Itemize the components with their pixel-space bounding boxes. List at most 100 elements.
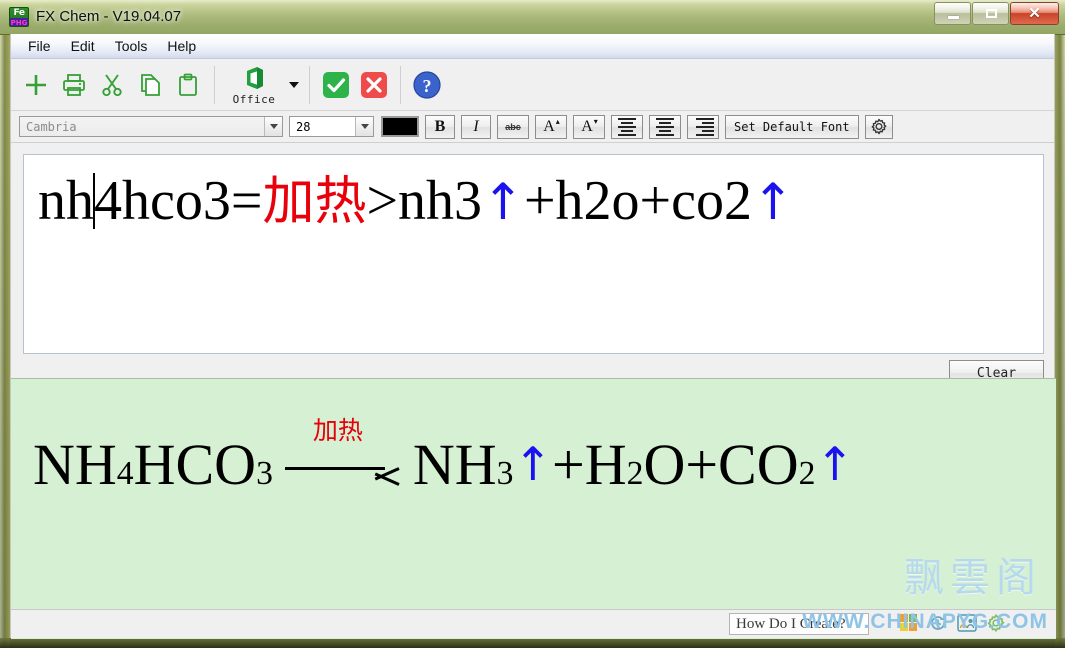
- status-bar: How Do I Create? WWW.CHINAPYG.COM: [11, 609, 1056, 638]
- bold-button[interactable]: B: [425, 114, 455, 139]
- office-icon: [247, 66, 263, 89]
- product-h2o-sub: 2: [626, 455, 644, 492]
- formula-seg-6: +h2o+co2: [523, 170, 752, 232]
- formula-seg-2: 4hco3=: [94, 170, 263, 232]
- product-nh3: NH: [412, 432, 497, 497]
- font-size-dropdown-icon[interactable]: [355, 117, 373, 136]
- caret-up-icon: ▴: [555, 117, 560, 126]
- window-border-right: [1055, 0, 1065, 648]
- font-size-value: 28: [296, 119, 311, 134]
- main-toolbar: Office ?: [11, 59, 1054, 111]
- increase-font-button[interactable]: A ▴: [535, 114, 567, 139]
- print-button[interactable]: [55, 63, 93, 107]
- office-export-button[interactable]: Office: [222, 61, 286, 109]
- reactant-hco: HCO: [133, 432, 257, 497]
- window-controls: ✕: [933, 2, 1059, 28]
- window-border-bottom: [0, 638, 1065, 648]
- office-label: Office: [232, 92, 276, 106]
- italic-button[interactable]: I: [461, 114, 491, 139]
- product-co2: CO: [718, 432, 799, 497]
- align-right-button[interactable]: [687, 114, 719, 139]
- font-family-value: Cambria: [26, 119, 77, 134]
- set-default-font-button[interactable]: Set Default Font: [725, 114, 859, 139]
- decrease-font-button[interactable]: A ▾: [573, 114, 605, 139]
- scissors-icon: [102, 73, 122, 96]
- reactant-nh: NH: [33, 432, 117, 497]
- gas-arrow-icon-2: ↑: [815, 437, 854, 491]
- toolbar-separator-3: [400, 65, 401, 104]
- close-button[interactable]: ✕: [1010, 2, 1059, 25]
- new-button[interactable]: [17, 63, 55, 107]
- copy-icon: [141, 73, 160, 96]
- clipboard-icon: [179, 73, 197, 96]
- confirm-button[interactable]: [317, 63, 355, 107]
- strikethrough-label: abc: [505, 121, 521, 132]
- menu-bar: File Edit Tools Help: [11, 34, 1054, 59]
- toolbar-separator-1: [214, 65, 215, 104]
- decrease-font-label: A: [581, 117, 593, 135]
- office-dropdown-button[interactable]: [286, 64, 302, 106]
- question-mark-icon: ?: [413, 70, 441, 99]
- plus-2: +: [685, 432, 719, 497]
- close-x-icon: [361, 71, 387, 98]
- formula-input-editor[interactable]: nh4hco3=加热>nh3↑+h2o+co2↑: [23, 154, 1044, 354]
- product-co2-sub: 2: [798, 455, 816, 492]
- new-icon: [26, 74, 46, 95]
- strikethrough-button[interactable]: abc: [497, 114, 529, 139]
- menu-tools[interactable]: Tools: [105, 35, 158, 57]
- align-center-button[interactable]: [649, 114, 681, 139]
- font-family-select[interactable]: Cambria: [19, 116, 283, 137]
- window-border-left: [0, 0, 10, 648]
- fx-chem-window: Fe PHG FX Chem - V19.04.07 ✕ File Edit T…: [0, 0, 1065, 648]
- menu-edit[interactable]: Edit: [61, 35, 105, 57]
- equation-preview-panel: NH 4 HCO 3 加热 NH 3 ↑ + H 2 O + CO 2 ↑ 飘雲阁: [11, 378, 1056, 639]
- maximize-button[interactable]: [972, 2, 1009, 25]
- increase-font-label: A: [543, 117, 555, 135]
- help-button[interactable]: ?: [408, 63, 446, 107]
- reactant-nh-sub: 4: [116, 455, 134, 492]
- paste-button[interactable]: [169, 63, 207, 107]
- watermark-chinese: 飘雲阁: [904, 555, 1042, 601]
- reaction-condition-label: 加热: [312, 416, 363, 445]
- chevron-down-icon: [289, 81, 299, 88]
- format-bar: Cambria 28 B I abc A ▴ A ▾ Set Default F…: [11, 111, 1054, 143]
- product-nh3-sub: 3: [496, 455, 514, 492]
- close-icon: ✕: [1028, 5, 1041, 22]
- check-icon: [323, 71, 349, 98]
- cut-button[interactable]: [93, 63, 131, 107]
- product-h2o: H: [584, 432, 627, 497]
- reaction-arrow-group: 加热: [284, 416, 401, 484]
- menu-help[interactable]: Help: [157, 35, 206, 57]
- reaction-arrow-line: [284, 467, 385, 470]
- copy-button[interactable]: [131, 63, 169, 107]
- svg-text:?: ?: [423, 76, 432, 96]
- gas-arrow-icon-1: ↑: [513, 437, 553, 491]
- menu-file[interactable]: File: [18, 35, 61, 57]
- client-area: File Edit Tools Help Office ? Cambria 28…: [10, 34, 1056, 639]
- settings-button[interactable]: [864, 114, 893, 139]
- product-h2o-tail: O: [643, 432, 686, 497]
- formula-condition-red: 加热: [262, 172, 367, 232]
- font-size-select[interactable]: 28: [289, 116, 374, 137]
- title-bar[interactable]: Fe PHG FX Chem - V19.04.07 ✕: [0, 0, 1065, 35]
- caret-down-icon: ▾: [593, 117, 598, 126]
- desktop-background: Fe PHG FX Chem - V19.04.07 ✕ File Edit T…: [0, 0, 1065, 648]
- fe-ion-icon: Fe PHG: [9, 7, 29, 27]
- text-color-swatch[interactable]: [381, 116, 419, 137]
- formula-seg-1: nh: [38, 170, 94, 232]
- formula-input-text: nh4hco3=加热>nh3↑+h2o+co2↑: [38, 169, 1037, 234]
- toolbar-separator-2: [309, 65, 310, 104]
- plus-1: +: [552, 432, 585, 497]
- font-family-dropdown-icon[interactable]: [264, 117, 282, 136]
- print-icon: [63, 73, 85, 96]
- gear-icon: [871, 118, 887, 135]
- watermark-url: WWW.CHINAPYG.COM: [802, 610, 1048, 633]
- cancel-button[interactable]: [355, 63, 393, 107]
- align-left-button[interactable]: [611, 114, 643, 139]
- reactant-hco-sub: 3: [256, 455, 273, 492]
- formula-arrow-2: ↑: [751, 173, 794, 231]
- minimize-button[interactable]: [934, 2, 971, 25]
- formula-arrow-1: ↑: [482, 173, 524, 231]
- formula-seg-4: >nh3: [366, 170, 483, 232]
- window-title: FX Chem - V19.04.07: [36, 8, 182, 25]
